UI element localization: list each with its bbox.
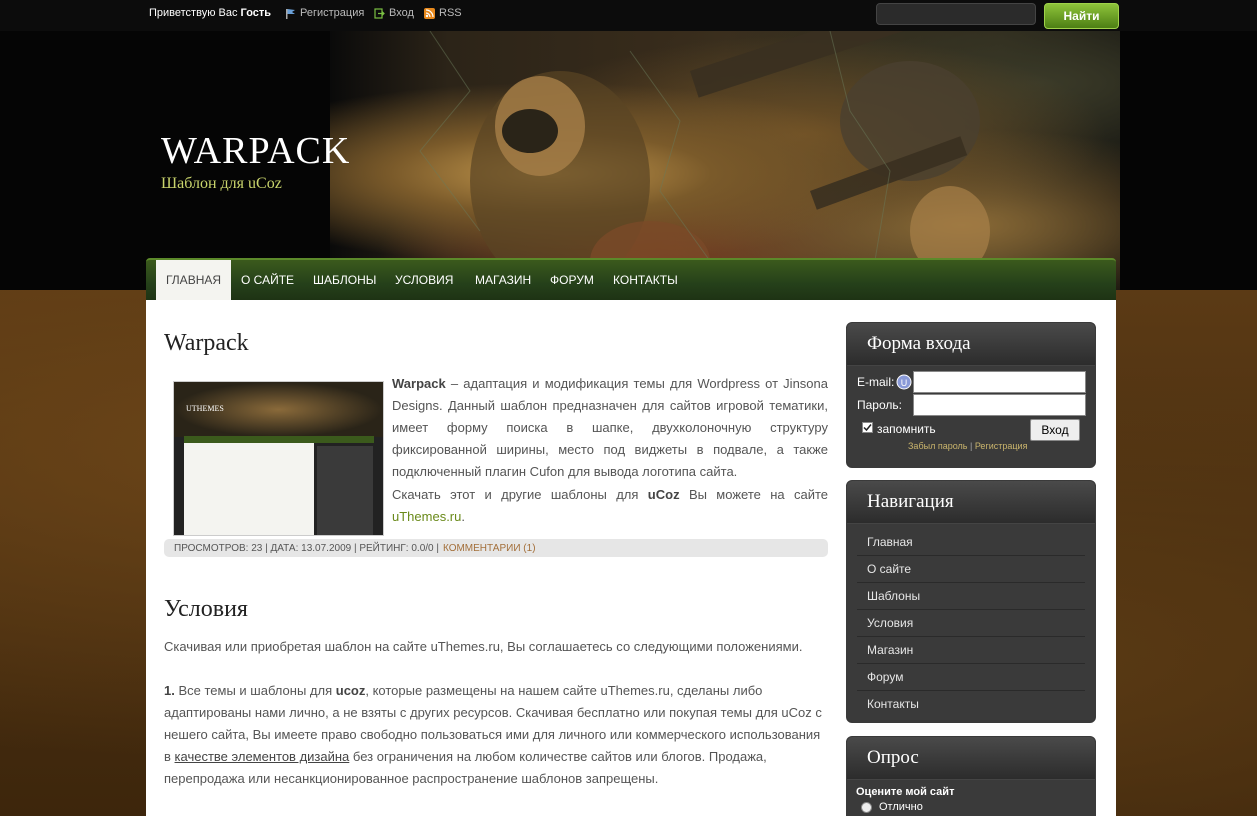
password-label: Пароль: [857, 398, 902, 412]
poll-block-title: Опрос [847, 737, 1095, 780]
poll-option-label: Отлично [879, 801, 923, 813]
terms-p1-number: 1. [164, 683, 175, 698]
poll-question: Оцените мой сайт [856, 786, 955, 798]
register-link[interactable]: Регистрация [285, 7, 364, 19]
sidebar-item-home[interactable]: Главная [857, 529, 1085, 556]
post-bold-name: Warpack [392, 376, 446, 391]
terms-p1-a: Все темы и шаблоны для [178, 683, 333, 698]
design-elements-link[interactable]: качестве элементов дизайна [175, 749, 350, 764]
sidebar-register-link[interactable]: Регистрация [975, 441, 1028, 451]
comments-link[interactable]: КОММЕНТАРИИ (1) [443, 543, 536, 554]
thumb-body [184, 443, 314, 535]
post-text-1: – адаптация и модификация темы для Wordp… [392, 376, 828, 479]
terms-intro: Скачивая или приобретая шаблон на сайте … [164, 639, 803, 654]
post-meta-bar: ПРОСМОТРОВ: 23 | ДАТА: 13.07.2009 | РЕЙТ… [164, 539, 828, 557]
login-link[interactable]: Вход [374, 7, 414, 19]
thumb-title: UTHEMES [186, 404, 224, 413]
post-meta: ПРОСМОТРОВ: 23 | ДАТА: 13.07.2009 | РЕЙТ… [174, 542, 439, 554]
forgot-password-link[interactable]: Забыл пароль [908, 441, 967, 451]
download-text-a: Скачать этот и другие шаблоны для [392, 487, 639, 502]
download-text-c: Вы можете на сайте [688, 487, 828, 502]
greeting-prefix: Приветствую Вас [149, 7, 238, 19]
info-icon[interactable]: U [896, 374, 912, 390]
email-label: E-mail: [857, 375, 895, 389]
navigation-list: Главная О сайте Шаблоны Условия Магазин … [847, 524, 1095, 722]
greeting: Приветствую Вас Гость [149, 7, 271, 19]
terms-title[interactable]: Условия [164, 596, 248, 623]
sidebar-item-templates[interactable]: Шаблоны [857, 583, 1085, 610]
post-thumbnail[interactable]: UTHEMES [173, 381, 384, 536]
sidebar-item-contacts[interactable]: Контакты [857, 691, 1085, 717]
email-field[interactable] [913, 371, 1086, 393]
nav-item-contacts[interactable]: КОНТАКТЫ [603, 260, 688, 300]
terms-p1-b: ucoz [335, 683, 366, 698]
search-button[interactable]: Найти [1044, 3, 1119, 29]
remember-label: запомнить [877, 422, 936, 436]
sidebar-item-about[interactable]: О сайте [857, 556, 1085, 583]
post-title[interactable]: Warpack [164, 330, 249, 357]
check-icon [863, 424, 872, 432]
link-dot: . [461, 509, 465, 524]
site-title[interactable]: WARPACK [161, 129, 350, 173]
post-link-line: uThemes.ru. [392, 506, 465, 528]
terms-paragraph-1: 1. Все темы и шаблоны для ucoz, которые … [164, 680, 828, 790]
nav-item-terms[interactable]: УСЛОВИЯ [385, 260, 463, 300]
rss-link[interactable]: RSS [424, 7, 462, 19]
main-nav: ГЛАВНАЯ О САЙТЕ ШАБЛОНЫ УСЛОВИЯ МАГАЗИН … [146, 258, 1116, 300]
login-label: Вход [389, 7, 414, 19]
greeting-user: Гость [240, 7, 272, 19]
header-artwork [330, 31, 1120, 290]
poll-option-radio[interactable] [861, 802, 872, 813]
thumb-nav [184, 436, 374, 443]
sidebar-item-terms[interactable]: Условия [857, 610, 1085, 637]
navigation-block: Навигация Главная О сайте Шаблоны Услови… [846, 480, 1096, 723]
login-links-separator: | [969, 441, 973, 451]
flag-icon [286, 8, 295, 19]
search-input[interactable] [876, 3, 1036, 25]
top-bar: Приветствую Вас Гость Регистрация Вход R… [0, 0, 1257, 32]
header: WARPACK Шаблон для uCoz [0, 31, 1257, 290]
navigation-block-title: Навигация [847, 481, 1095, 524]
post-download-line: Скачать этот и другие шаблоны для uCoz В… [392, 484, 828, 506]
uthemes-link[interactable]: uThemes.ru [392, 509, 461, 524]
nav-item-forum[interactable]: ФОРУМ [540, 260, 604, 300]
soldier-illustration [419, 31, 990, 290]
post-text: Warpack – адаптация и модификация темы д… [392, 373, 828, 483]
sidebar-item-forum[interactable]: Форум [857, 664, 1085, 691]
site-subtitle: Шаблон для uCoz [161, 175, 282, 192]
password-field[interactable] [913, 394, 1086, 416]
rss-label: RSS [439, 7, 462, 19]
login-links: Забыл пароль | Регистрация [908, 441, 1027, 451]
nav-item-shop[interactable]: МАГАЗИН [465, 260, 541, 300]
login-icon [374, 7, 385, 19]
download-text-b: uCoz [647, 487, 680, 502]
nav-item-home[interactable]: ГЛАВНАЯ [156, 260, 231, 300]
remember-checkbox[interactable] [862, 422, 873, 433]
register-label: Регистрация [300, 7, 365, 19]
thumb-sidebar [317, 446, 373, 535]
nav-item-about[interactable]: О САЙТЕ [231, 260, 304, 300]
nav-item-templates[interactable]: ШАБЛОНЫ [303, 260, 386, 300]
svg-text:U: U [901, 378, 908, 388]
sidebar-item-shop[interactable]: Магазин [857, 637, 1085, 664]
login-block-title: Форма входа [847, 323, 1095, 366]
login-button[interactable]: Вход [1030, 419, 1080, 441]
rss-icon [424, 7, 435, 19]
